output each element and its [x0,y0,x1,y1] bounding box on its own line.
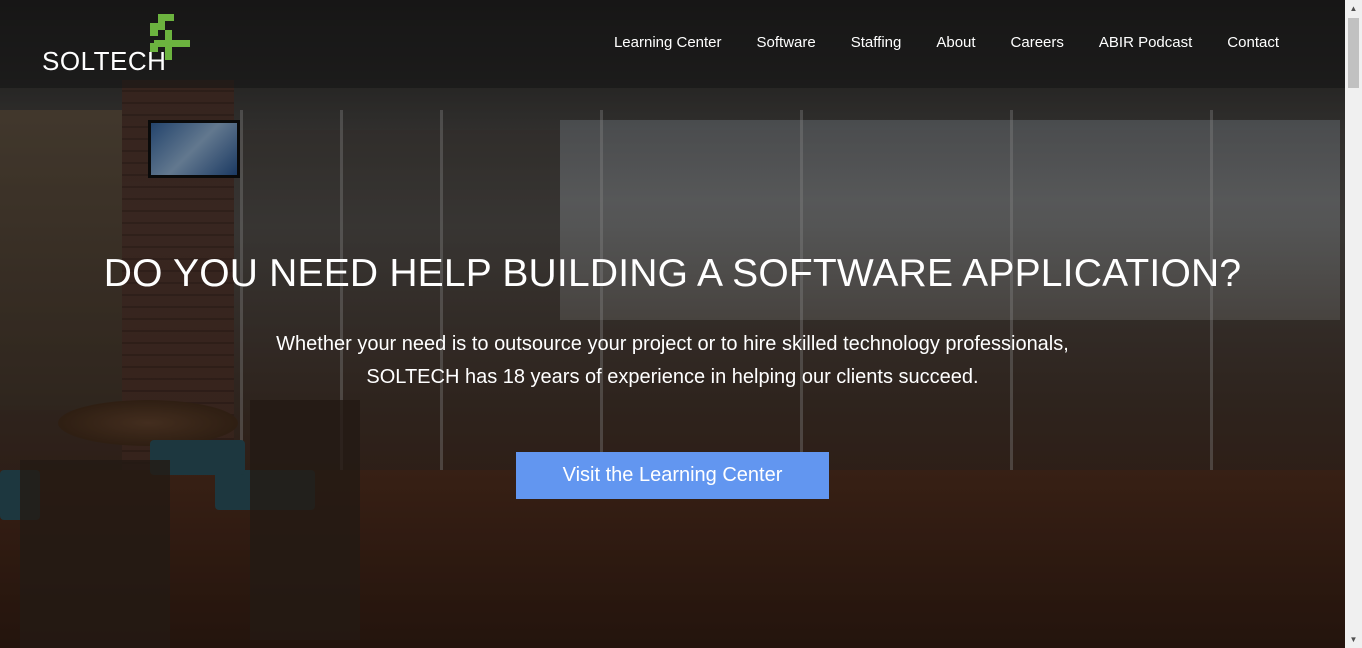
nav-abir-podcast[interactable]: ABIR Podcast [1099,34,1192,51]
nav-learning-center[interactable]: Learning Center [614,34,722,51]
nav-staffing[interactable]: Staffing [851,34,902,51]
nav-about[interactable]: About [936,34,975,51]
nav-careers[interactable]: Careers [1011,34,1064,51]
visit-learning-center-button[interactable]: Visit the Learning Center [516,452,829,499]
triangle-up-icon[interactable]: ▲ [1345,0,1362,17]
hero-subtext-line: SOLTECH has 18 years of experience in he… [366,366,979,388]
logo[interactable]: SOLTECH [42,12,192,76]
dark-overlay [0,0,1345,648]
hero-headline: DO YOU NEED HELP BUILDING A SOFTWARE APP… [103,252,1242,295]
hero-subtext: Whether your need is to outsource your p… [0,328,1345,394]
vertical-scrollbar[interactable]: ▲ ▼ [1345,0,1362,648]
hero-background [0,0,1345,648]
scroll-thumb[interactable] [1348,18,1359,88]
hero-subtext-line: Whether your need is to outsource your p… [276,333,1069,355]
triangle-down-icon[interactable]: ▼ [1345,631,1362,648]
logo-text: SOLTECH [42,46,167,76]
nav-software[interactable]: Software [757,34,816,51]
nav-contact[interactable]: Contact [1227,34,1279,51]
site-header: SOLTECH Learning Center Software Staffin… [0,0,1345,88]
main-nav: Learning Center Software Staffing About … [579,34,1279,51]
